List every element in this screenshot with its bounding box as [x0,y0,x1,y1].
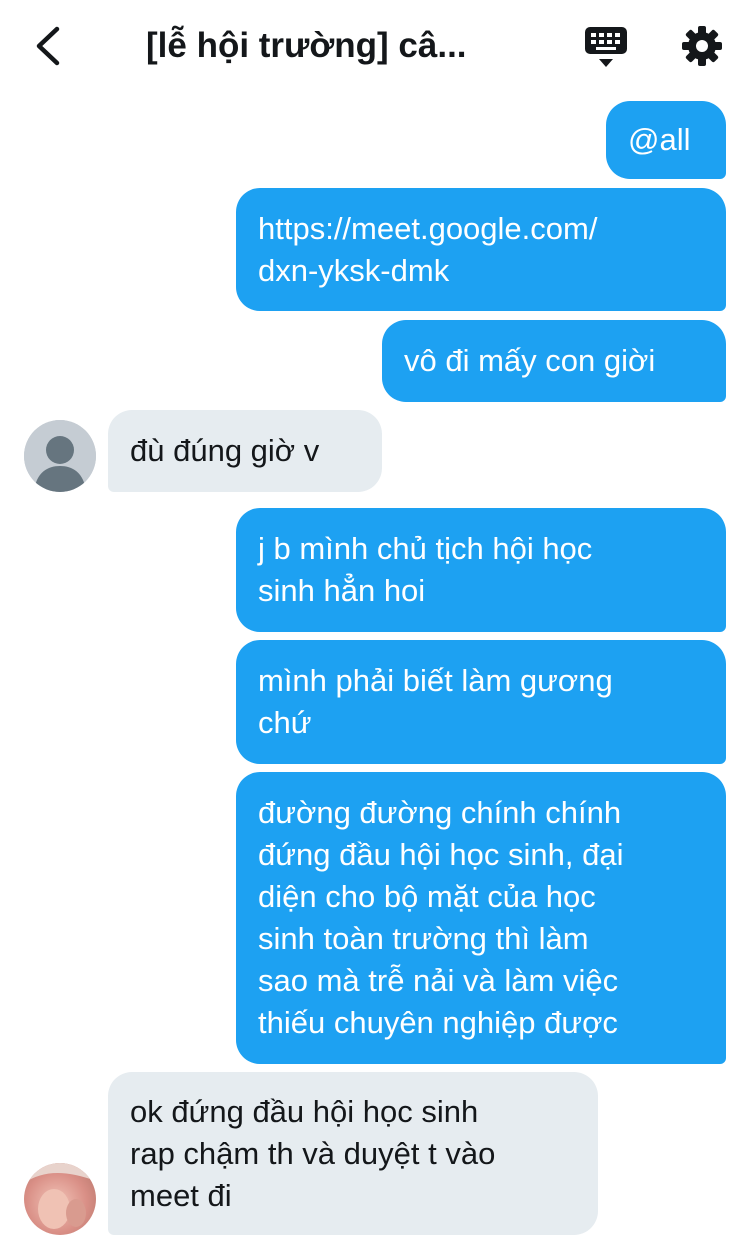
conversation-title: [lễ hội trường] câ... [146,26,467,65]
default-avatar-icon [24,420,96,492]
message-bubble-outgoing[interactable]: mình phải biết làm gương chứ [236,640,726,764]
message-text: ok đứng đầu hội học sinh rap chậm th và … [130,1093,496,1213]
message-bubble-incoming[interactable]: ok đứng đầu hội học sinh rap chậm th và … [108,1072,598,1235]
message-bubble-incoming[interactable]: đù đúng giờ v [108,410,382,492]
avatar[interactable] [24,420,96,492]
message-text: mình phải biết làm gương chứ [258,663,613,740]
profile-photo [24,1163,96,1235]
message-bubble-outgoing[interactable]: vô đi mấy con giời [382,320,726,402]
keyboard-icon [585,27,627,67]
message-text: đường đường chính chính đứng đầu hội học… [258,795,624,1040]
message-text: đù đúng giờ v [130,433,320,468]
settings-button[interactable] [680,24,724,68]
message-link[interactable]: https://meet.google.com/ dxn-yksk-dmk [258,208,597,292]
message-bubble-outgoing[interactable]: j b mình chủ tịch hội học sinh hẳn hoi [236,508,726,632]
gear-icon [682,26,722,66]
keyboard-button[interactable] [582,24,630,70]
message-text: vô đi mấy con giời [404,343,656,378]
message-bubble-outgoing[interactable]: @all [606,101,726,179]
message-text: j b mình chủ tịch hội học sinh hẳn hoi [258,531,593,608]
chevron-left-icon [36,26,60,66]
message-bubble-outgoing[interactable]: https://meet.google.com/ dxn-yksk-dmk [236,188,726,311]
message-text: @all [628,122,691,157]
avatar-photo[interactable] [24,1163,96,1235]
header-bar: [lễ hội trường] câ... [0,0,750,92]
back-button[interactable] [28,22,68,70]
message-bubble-outgoing[interactable]: đường đường chính chính đứng đầu hội học… [236,772,726,1064]
